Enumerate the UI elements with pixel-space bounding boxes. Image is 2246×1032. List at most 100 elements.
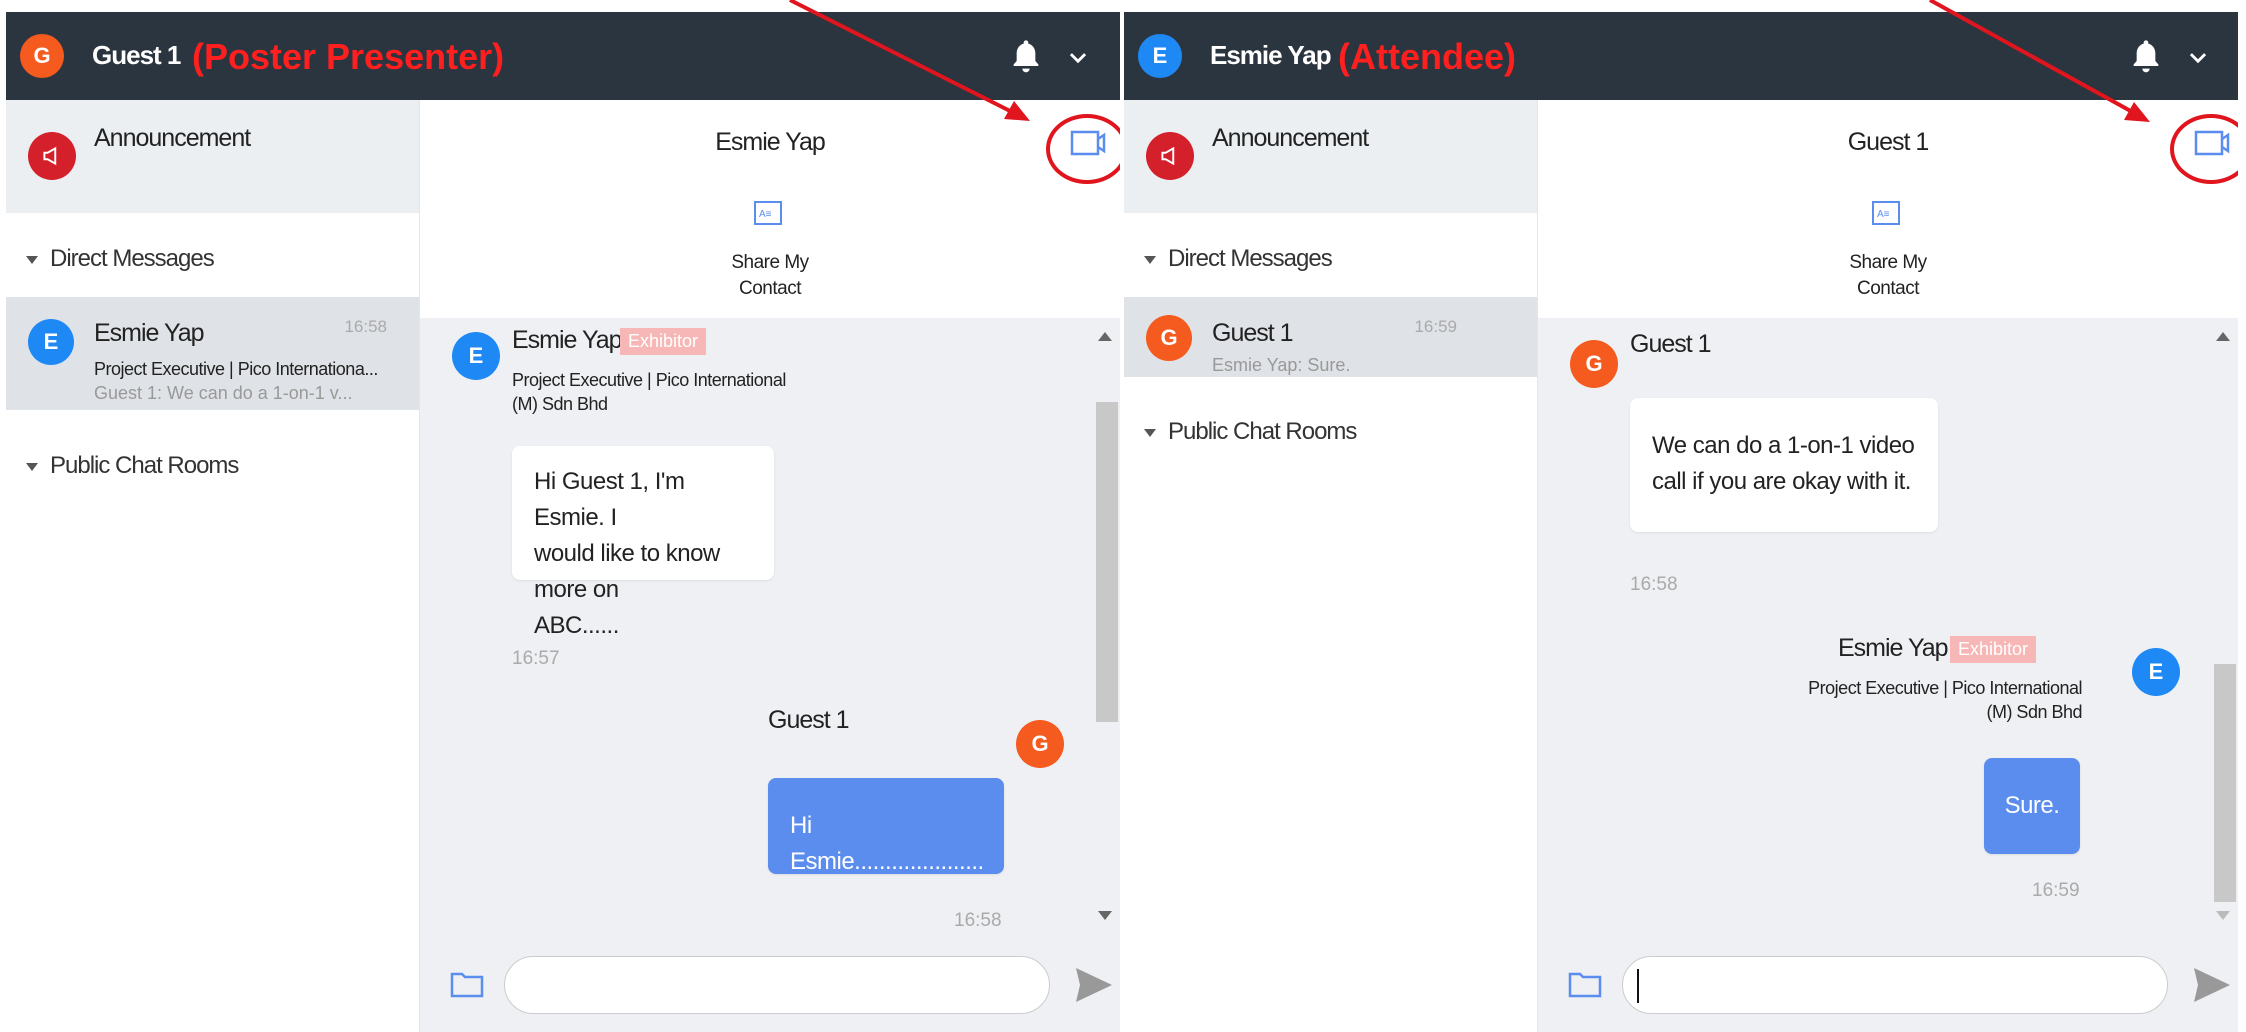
folder-icon[interactable] (1568, 970, 1602, 998)
share-line: Contact (1857, 278, 1919, 299)
message-bubble: We can do a 1-on-1 video call if you are… (1630, 398, 1938, 532)
message-list[interactable]: E Esmie Yap Exhibitor Project Executive … (420, 318, 1120, 936)
user-avatar[interactable]: E (1138, 34, 1182, 78)
section-label: Direct Messages (50, 245, 215, 272)
message-text: Sure. (2004, 792, 2060, 819)
presenter-chat-panel: G Guest 1 (Poster Presenter) Announcemen… (6, 12, 1120, 1032)
message-time: 16:57 (512, 648, 560, 669)
chat-title: Esmie Yap (715, 128, 826, 156)
text-cursor (1637, 969, 1639, 1003)
sender-name: Esmie Yap (1838, 634, 1949, 662)
megaphone-icon (1146, 132, 1194, 180)
svg-text:A≡: A≡ (759, 209, 772, 220)
chevron-down-icon[interactable] (2178, 40, 2218, 74)
user-avatar[interactable]: G (20, 34, 64, 78)
sender-name: Esmie Yap (512, 326, 623, 354)
chat-header: G Guest 1 (Poster Presenter) (6, 12, 1120, 100)
scroll-down-icon[interactable] (2216, 911, 2230, 920)
scrollbar[interactable] (2210, 318, 2238, 936)
bell-icon[interactable] (1006, 37, 1046, 77)
dm-preview: Guest 1: We can do a 1-on-1 v... (94, 383, 353, 403)
sender-avatar: G (1016, 720, 1064, 768)
section-label: Public Chat Rooms (50, 452, 239, 479)
message-line: would like to know more on (534, 540, 720, 603)
message-line: call if you are okay with it. (1652, 468, 1911, 495)
dm-name: Guest 1 (1212, 319, 1294, 347)
message-text: Hi Esmie..................... (790, 812, 984, 875)
bell-icon[interactable] (2126, 37, 2166, 77)
message-bubble: Sure. (1984, 758, 2080, 854)
share-my-contact-button[interactable]: Share My Contact (1538, 250, 2238, 302)
user-name: Guest 1 (92, 40, 181, 70)
megaphone-icon (28, 132, 76, 180)
attendee-chat-panel: E Esmie Yap (Attendee) Announcement Dire… (1124, 12, 2238, 1032)
direct-messages-toggle[interactable]: Direct Messages (26, 245, 215, 273)
share-line: Contact (739, 278, 801, 299)
caret-down-icon (1144, 428, 1156, 437)
message-time: 16:58 (954, 910, 1002, 931)
dm-item-guest-1[interactable]: G Guest 1 Esmie Yap: Sure. 16:59 (1124, 297, 1537, 377)
chat-topbar: Esmie Yap A≡ Share My Contact (420, 100, 1120, 318)
sender-name: Guest 1 (1630, 330, 1712, 358)
folder-icon[interactable] (450, 970, 484, 998)
exhibitor-badge: Exhibitor (1950, 636, 2037, 663)
message-bubble: Hi Guest 1, I'm Esmie. I would like to k… (512, 446, 774, 639)
designation-line: Project Executive | Pico International (1808, 678, 2082, 698)
public-chat-rooms-toggle[interactable]: Public Chat Rooms (1144, 418, 1357, 446)
sidebar: Announcement Direct Messages G Guest 1 E… (1124, 100, 1538, 1032)
sender-avatar: E (2132, 648, 2180, 696)
sender-avatar: E (452, 332, 500, 380)
scrollbar[interactable] (1092, 318, 1120, 936)
share-my-contact-button[interactable]: Share My Contact (420, 250, 1120, 302)
contact-card-icon[interactable]: A≡ (754, 201, 782, 225)
sender-name: Guest 1 (768, 706, 850, 734)
dm-time: 16:58 (344, 317, 387, 336)
chat-topbar: Guest 1 A≡ Share My Contact (1538, 100, 2238, 318)
svg-text:A≡: A≡ (1877, 209, 1890, 220)
send-icon[interactable] (2192, 966, 2232, 1004)
announcement-label: Announcement (94, 124, 251, 152)
designation-line: (M) Sdn Bhd (1986, 702, 2082, 722)
chat-main: Esmie Yap A≡ Share My Contact E Esmie Yap… (420, 100, 1120, 1032)
contact-card-icon[interactable]: A≡ (1872, 201, 1900, 225)
share-line: Share My (731, 252, 809, 273)
caret-down-icon (26, 255, 38, 264)
role-annotation: (Poster Presenter) (192, 36, 505, 77)
caret-down-icon (1144, 255, 1156, 264)
sender-designation: Project Executive | Pico International (M… (512, 368, 786, 416)
message-line: ABC...... (534, 612, 619, 639)
scroll-down-icon[interactable] (1098, 911, 1112, 920)
chevron-down-icon[interactable] (1058, 40, 1098, 74)
exhibitor-badge: Exhibitor (620, 328, 707, 355)
dm-item-esmie-yap[interactable]: E Esmie Yap Project Executive | Pico Int… (6, 297, 419, 410)
sidebar: Announcement Direct Messages E Esmie Yap… (6, 100, 420, 1032)
public-chat-rooms-toggle[interactable]: Public Chat Rooms (26, 452, 239, 480)
message-list[interactable]: G Guest 1 We can do a 1-on-1 video call … (1538, 318, 2238, 936)
announcement-label: Announcement (1212, 124, 1369, 152)
direct-messages-toggle[interactable]: Direct Messages (1144, 245, 1333, 273)
message-line: Hi Guest 1, I'm Esmie. I (534, 468, 685, 531)
share-line: Share My (1849, 252, 1927, 273)
scrollbar-thumb[interactable] (1096, 402, 1118, 722)
dm-time: 16:59 (1414, 317, 1457, 336)
message-input[interactable] (504, 956, 1050, 1014)
avatar: E (28, 319, 74, 365)
scroll-up-icon[interactable] (2216, 332, 2230, 341)
chat-main: Guest 1 A≡ Share My Contact G Guest 1 We … (1538, 100, 2238, 1032)
video-call-highlight (1046, 114, 1120, 184)
composer (420, 936, 1120, 1032)
avatar: G (1146, 315, 1192, 361)
sender-avatar: G (1570, 340, 1618, 388)
caret-down-icon (26, 462, 38, 471)
scrollbar-thumb[interactable] (2214, 664, 2236, 902)
send-icon[interactable] (1074, 966, 1114, 1004)
chat-header: E Esmie Yap (Attendee) (1124, 12, 2238, 100)
message-time: 16:59 (2032, 880, 2080, 901)
announcement-item[interactable]: Announcement (6, 100, 419, 213)
designation-line: Project Executive | Pico International (512, 370, 786, 390)
designation-line: (M) Sdn Bhd (512, 394, 608, 414)
scroll-up-icon[interactable] (1098, 332, 1112, 341)
message-input[interactable] (1622, 956, 2168, 1014)
announcement-item[interactable]: Announcement (1124, 100, 1537, 213)
user-name: Esmie Yap (1210, 40, 1332, 70)
